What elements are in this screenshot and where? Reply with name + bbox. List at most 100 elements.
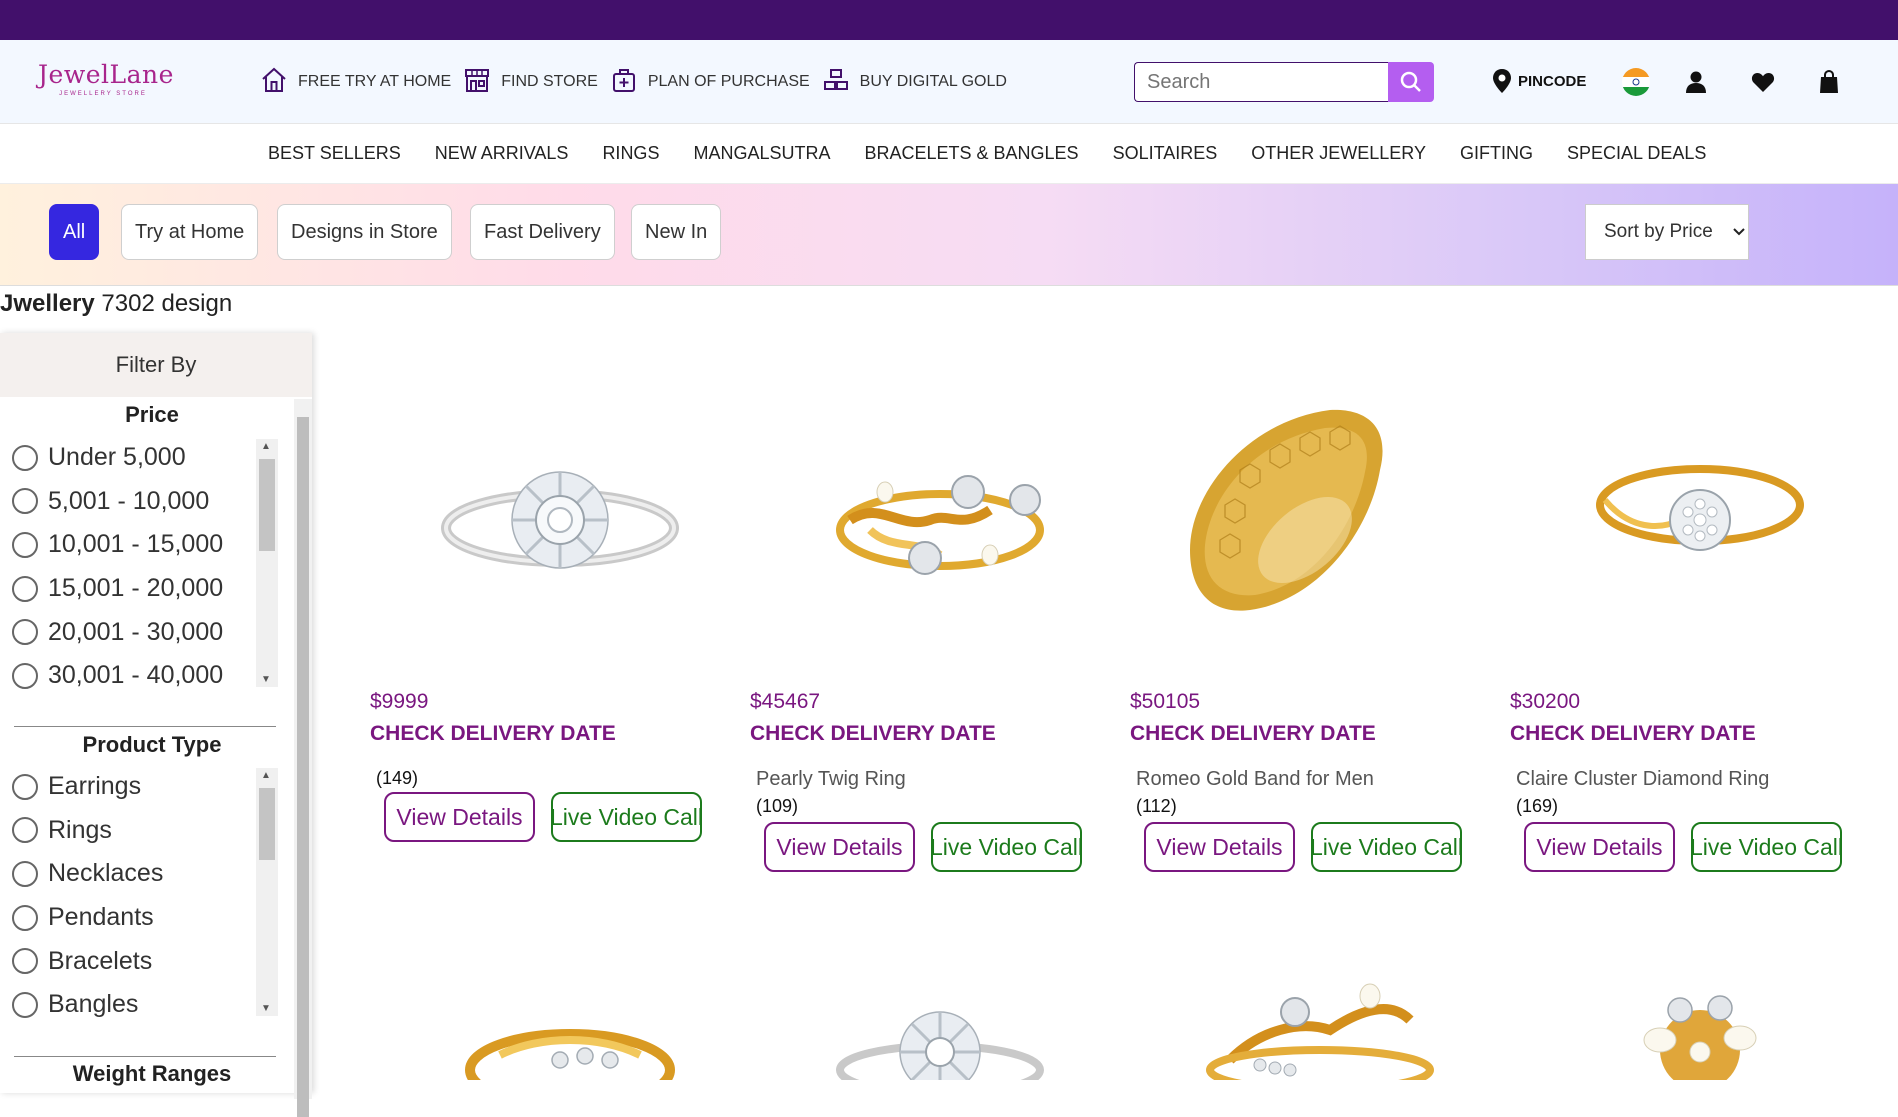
product-name[interactable]: Romeo Gold Band for Men: [1136, 768, 1374, 791]
radio-button[interactable]: [12, 531, 38, 558]
brand-logo[interactable]: JewelLane JEWELLERY STORE: [38, 60, 174, 97]
scroll-up-arrow-icon[interactable]: ▲: [261, 441, 271, 452]
radio-button[interactable]: [12, 488, 38, 515]
buy-digital-gold-link[interactable]: BUY DIGITAL GOLD: [822, 66, 1007, 99]
price-options: Under 5,000 5,001 - 10,000 10,001 - 15,0…: [0, 436, 278, 698]
product-image[interactable]: [370, 960, 750, 1080]
product-card[interactable]: [750, 960, 1130, 1080]
product-type-scrollbar[interactable]: ▲ ▼: [256, 768, 278, 1016]
nav-rings[interactable]: RINGS: [602, 143, 659, 164]
price-option[interactable]: 30,001 - 40,000: [0, 654, 278, 698]
shopping-bag-icon[interactable]: [1811, 64, 1847, 100]
product-card[interactable]: [1130, 960, 1510, 1080]
nav-other-jewellery[interactable]: OTHER JEWELLERY: [1251, 143, 1426, 164]
radio-button[interactable]: [12, 575, 38, 602]
product-image[interactable]: [1510, 960, 1890, 1080]
radio-button[interactable]: [12, 662, 38, 689]
product-name[interactable]: Pearly Twig Ring: [756, 768, 906, 791]
wishlist-heart-icon[interactable]: [1745, 64, 1781, 100]
option-label: 5,001 - 10,000: [48, 486, 210, 515]
search-button[interactable]: [1388, 62, 1434, 102]
check-delivery-date-link[interactable]: CHECK DELIVERY DATE: [1510, 722, 1756, 746]
design-count: 7302 design: [101, 290, 233, 317]
product-card[interactable]: [1510, 960, 1890, 1080]
product-type-options: Earrings Rings Necklaces Pendants Bracel…: [0, 765, 278, 1027]
quick-links: FREE TRY AT HOME FIND STORE PLAN OF PURC…: [260, 40, 1007, 124]
scroll-up-arrow-icon[interactable]: ▲: [261, 770, 271, 781]
product-image[interactable]: [750, 380, 1130, 660]
product-type-option[interactable]: Pendants: [0, 896, 278, 940]
pincode-selector[interactable]: PINCODE: [1492, 68, 1586, 94]
option-label: 10,001 - 15,000: [48, 530, 224, 559]
nav-bracelets-bangles[interactable]: BRACELETS & BANGLES: [864, 143, 1078, 164]
check-delivery-date-link[interactable]: CHECK DELIVERY DATE: [370, 722, 616, 746]
product-image[interactable]: [1130, 960, 1510, 1080]
user-account-icon[interactable]: [1678, 64, 1714, 100]
price-scroll-thumb[interactable]: [259, 459, 275, 551]
quick-filter-bar: All Try at Home Designs in Store Fast De…: [0, 184, 1898, 286]
product-price: $9999: [370, 690, 429, 713]
scroll-down-arrow-icon[interactable]: ▼: [261, 674, 271, 685]
check-delivery-date-link[interactable]: CHECK DELIVERY DATE: [1130, 722, 1376, 746]
nav-solitaires[interactable]: SOLITAIRES: [1113, 143, 1218, 164]
check-delivery-date-link[interactable]: CHECK DELIVERY DATE: [750, 722, 996, 746]
radio-button[interactable]: [12, 773, 38, 800]
product-type-option[interactable]: Bangles: [0, 983, 278, 1027]
product-card[interactable]: [370, 960, 750, 1080]
product-type-option[interactable]: Rings: [0, 809, 278, 853]
price-list-scrollbar[interactable]: ▲ ▼: [256, 439, 278, 687]
product-price: $45467: [750, 690, 821, 713]
product-image[interactable]: [750, 960, 1130, 1080]
nav-best-sellers[interactable]: BEST SELLERS: [268, 143, 401, 164]
price-option[interactable]: 20,001 - 30,000: [0, 610, 278, 654]
product-name[interactable]: Claire Cluster Diamond Ring: [1516, 768, 1769, 791]
nav-gifting[interactable]: GIFTING: [1460, 143, 1533, 164]
india-flag-icon[interactable]: [1618, 64, 1654, 100]
review-count: (149): [376, 768, 419, 788]
sort-select[interactable]: Sort by Price: [1585, 204, 1749, 260]
search-input[interactable]: [1134, 62, 1388, 102]
radio-button[interactable]: [12, 817, 38, 844]
chip-all[interactable]: All: [49, 204, 100, 260]
live-video-call-button[interactable]: Live Video Call: [1311, 822, 1462, 872]
view-details-button[interactable]: View Details: [764, 822, 915, 872]
product-image[interactable]: [1510, 380, 1890, 660]
live-video-call-button[interactable]: Live Video Call: [931, 822, 1082, 872]
logo-name: JewelLane: [38, 60, 174, 89]
price-option[interactable]: 5,001 - 10,000: [0, 480, 278, 524]
nav-mangalsutra[interactable]: MANGALSUTRA: [693, 143, 830, 164]
free-try-at-home-link[interactable]: FREE TRY AT HOME: [260, 66, 451, 99]
chip-try-at-home[interactable]: Try at Home: [121, 204, 259, 260]
view-details-button[interactable]: View Details: [1144, 822, 1295, 872]
view-details-button[interactable]: View Details: [384, 792, 535, 842]
find-store-link[interactable]: FIND STORE: [463, 66, 598, 99]
product-type-scroll-thumb[interactable]: [259, 788, 275, 860]
location-pin-icon: [1493, 69, 1511, 93]
plan-of-purchase-link[interactable]: PLAN OF PURCHASE: [610, 66, 810, 99]
chip-fast-delivery[interactable]: Fast Delivery: [470, 204, 615, 260]
price-option[interactable]: Under 5,000: [0, 436, 278, 480]
live-video-call-button[interactable]: Live Video Call: [1691, 822, 1842, 872]
nav-special-deals[interactable]: SPECIAL DEALS: [1567, 143, 1706, 164]
view-details-button[interactable]: View Details: [1524, 822, 1675, 872]
live-video-call-button[interactable]: Live Video Call: [551, 792, 702, 842]
price-option[interactable]: 15,001 - 20,000: [0, 567, 278, 611]
chip-new-in[interactable]: New In: [631, 204, 722, 260]
radio-button[interactable]: [12, 991, 38, 1018]
chevron-down-icon: [1733, 228, 1745, 236]
radio-button[interactable]: [12, 860, 38, 887]
price-option[interactable]: 10,001 - 15,000: [0, 523, 278, 567]
product-type-option[interactable]: Necklaces: [0, 852, 278, 896]
chip-designs-in-store[interactable]: Designs in Store: [277, 204, 452, 260]
product-image[interactable]: [1130, 380, 1510, 660]
scroll-down-arrow-icon[interactable]: ▼: [261, 1003, 271, 1014]
product-type-option[interactable]: Earrings: [0, 765, 278, 809]
radio-button[interactable]: [12, 904, 38, 931]
radio-button[interactable]: [12, 619, 38, 646]
nav-new-arrivals[interactable]: NEW ARRIVALS: [435, 143, 569, 164]
product-image[interactable]: [370, 380, 750, 660]
sidebar-scroll-thumb[interactable]: [297, 417, 309, 1117]
product-type-option[interactable]: Bracelets: [0, 939, 278, 983]
radio-button[interactable]: [12, 444, 38, 471]
radio-button[interactable]: [12, 948, 38, 975]
